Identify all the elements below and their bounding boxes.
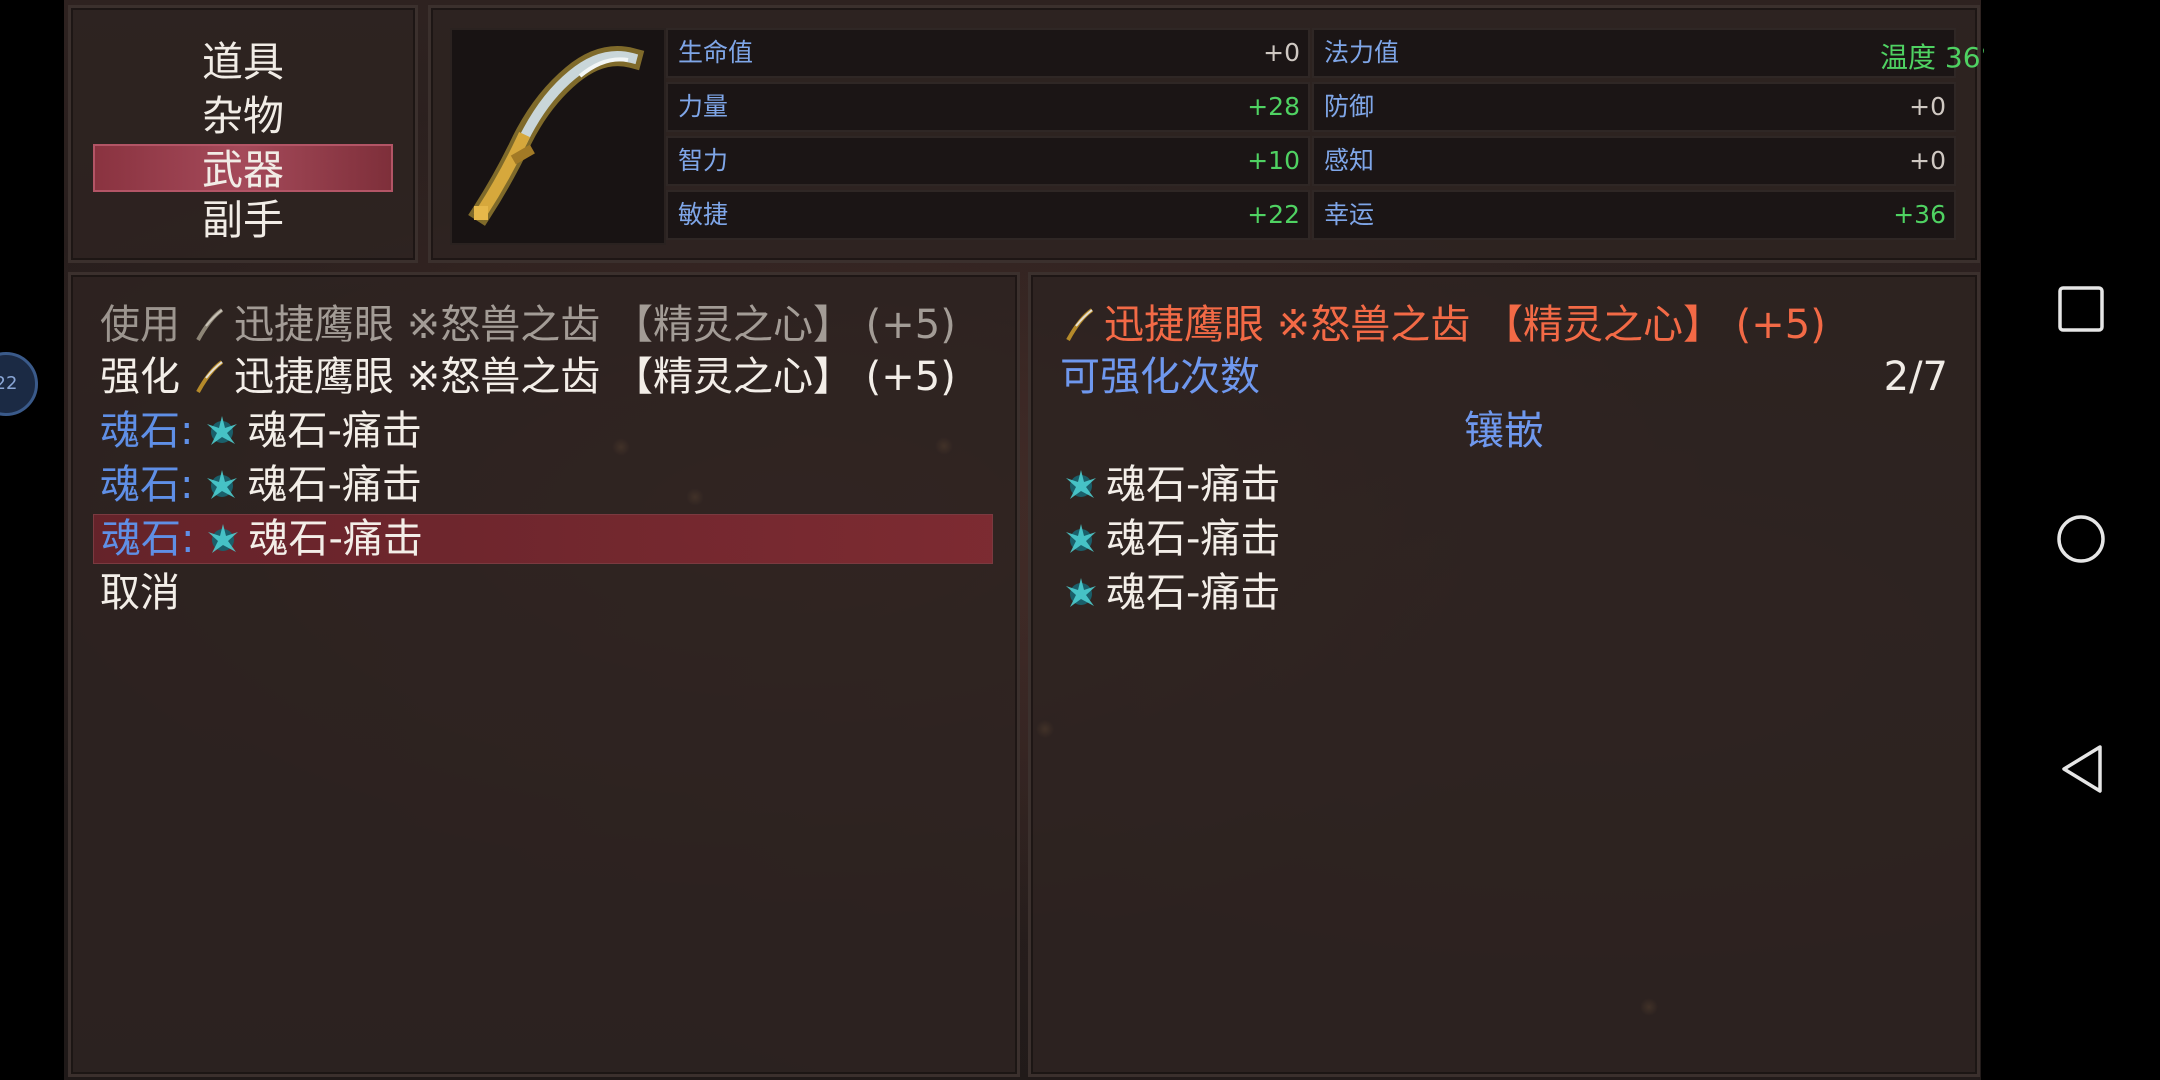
soulstone-name: 魂石-痛击 bbox=[248, 516, 423, 562]
side-floating-badge[interactable]: 22 bbox=[0, 352, 38, 416]
system-navigation-bar bbox=[1984, 0, 2160, 1080]
stat-label: 幸运 bbox=[1324, 200, 1375, 229]
inlay-title: 镶嵌 bbox=[1464, 408, 1544, 454]
detail-item-name: 迅捷鹰眼 ※怒兽之齿 【精灵之心】 (+5) bbox=[1104, 302, 1826, 348]
socket-item: 魂石-痛击 bbox=[1060, 568, 1280, 618]
socket-name: 魂石-痛击 bbox=[1106, 462, 1281, 508]
inlay-header: 镶嵌 bbox=[1060, 406, 1948, 456]
menu-soulstone-slot[interactable]: 魂石: 魂石-痛击 bbox=[100, 460, 422, 510]
soulstone-icon bbox=[207, 470, 238, 499]
socket-name: 魂石-痛击 bbox=[1106, 570, 1281, 616]
item-name: 迅捷鹰眼 ※怒兽之齿 【精灵之心】 (+5) bbox=[234, 354, 956, 400]
menu-soulstone-slot-selected[interactable]: 魂石: 魂石-痛击 bbox=[93, 514, 993, 564]
stat-int: 智力 +10 bbox=[666, 136, 1310, 186]
stat-value: +10 bbox=[1247, 146, 1300, 175]
stat-per: 感知 +0 bbox=[1312, 136, 1956, 186]
menu-soulstone-slot[interactable]: 魂石: 魂石-痛击 bbox=[100, 406, 422, 456]
category-menu: 道具 杂物 武器 副手 bbox=[68, 5, 418, 263]
weapon-preview bbox=[450, 28, 666, 245]
stat-value: +0 bbox=[1909, 146, 1946, 175]
stat-value: +36 bbox=[1893, 200, 1946, 229]
back-triangle-icon[interactable] bbox=[2060, 744, 2104, 794]
menu-use-label: 使用 bbox=[100, 302, 180, 348]
curved-sword-icon bbox=[1066, 308, 1094, 341]
soulstone-icon bbox=[1066, 578, 1096, 607]
menu-use[interactable]: 使用 迅捷鹰眼 ※怒兽之齿 【精灵之心】 (+5) bbox=[100, 300, 956, 350]
stat-str: 力量 +28 bbox=[666, 82, 1310, 132]
stat-mp: 法力值 bbox=[1312, 28, 1956, 78]
socket-name: 魂石-痛击 bbox=[1106, 516, 1281, 562]
soulstone-prefix: 魂石: bbox=[100, 462, 194, 508]
item-name: 迅捷鹰眼 ※怒兽之齿 【精灵之心】 (+5) bbox=[234, 302, 956, 348]
stat-label: 力量 bbox=[678, 92, 729, 121]
menu-enhance[interactable]: 强化 迅捷鹰眼 ※怒兽之齿 【精灵之心】 (+5) bbox=[100, 352, 956, 402]
curved-sword-icon bbox=[468, 46, 645, 226]
stat-luck: 幸运 +36 bbox=[1312, 190, 1956, 240]
stat-value: +0 bbox=[1909, 92, 1946, 121]
curved-sword-icon bbox=[196, 308, 224, 341]
detail-item-title: 迅捷鹰眼 ※怒兽之齿 【精灵之心】 (+5) bbox=[1060, 300, 1826, 350]
soulstone-icon bbox=[1066, 524, 1096, 553]
cancel-label: 取消 bbox=[100, 570, 180, 616]
soulstone-name: 魂石-痛击 bbox=[247, 408, 422, 454]
enhance-count-value: 2/7 bbox=[1883, 354, 1948, 400]
soulstone-icon bbox=[208, 524, 239, 553]
category-item-weapons[interactable]: 武器 bbox=[93, 144, 393, 194]
stat-label: 敏捷 bbox=[678, 200, 729, 229]
menu-cancel[interactable]: 取消 bbox=[100, 568, 180, 618]
category-item-offhand[interactable]: 副手 bbox=[93, 196, 393, 244]
stat-value: +28 bbox=[1247, 92, 1300, 121]
stat-label: 防御 bbox=[1324, 92, 1375, 121]
enhance-count-label: 可强化次数 bbox=[1060, 354, 1260, 400]
soulstone-icon bbox=[207, 416, 238, 445]
stat-value: +0 bbox=[1263, 38, 1300, 67]
socket-item: 魂石-痛击 bbox=[1060, 514, 1280, 564]
menu-enhance-label: 强化 bbox=[100, 354, 180, 400]
circle-icon[interactable] bbox=[2056, 514, 2106, 564]
soulstone-name: 魂石-痛击 bbox=[247, 462, 422, 508]
enhance-count-row: 可强化次数 2/7 bbox=[1060, 352, 1948, 402]
category-item-misc[interactable]: 杂物 bbox=[93, 92, 393, 140]
stat-label: 感知 bbox=[1324, 146, 1375, 175]
stat-agi: 敏捷 +22 bbox=[666, 190, 1310, 240]
soulstone-prefix: 魂石: bbox=[100, 408, 194, 454]
square-icon[interactable] bbox=[2058, 286, 2104, 332]
stat-hp: 生命值 +0 bbox=[666, 28, 1310, 78]
curved-sword-icon bbox=[196, 360, 224, 393]
stat-label: 生命值 bbox=[678, 38, 754, 67]
soulstone-prefix: 魂石: bbox=[101, 516, 195, 562]
stat-label: 法力值 bbox=[1324, 38, 1400, 67]
category-item-props[interactable]: 道具 bbox=[93, 38, 393, 86]
stat-label: 智力 bbox=[678, 146, 729, 175]
socket-item: 魂石-痛击 bbox=[1060, 460, 1280, 510]
stat-def: 防御 +0 bbox=[1312, 82, 1956, 132]
soulstone-icon bbox=[1066, 470, 1096, 499]
stat-value: +22 bbox=[1247, 200, 1300, 229]
